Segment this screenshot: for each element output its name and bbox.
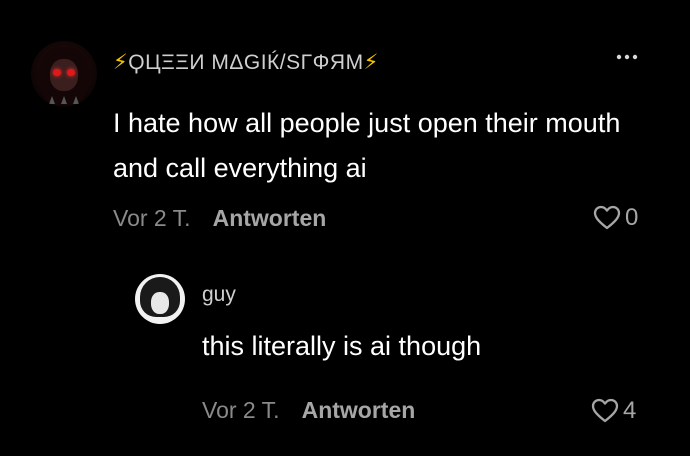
comment-timestamp: Vor 2 T. [113, 205, 191, 231]
comment-text: I hate how all people just open their mo… [113, 108, 621, 183]
reply-like-button[interactable]: 4 [591, 397, 636, 425]
avatar-face [151, 292, 169, 314]
like-count: 0 [625, 204, 639, 231]
reply-avatar[interactable] [135, 274, 185, 324]
lightning-icon: ⚡ [113, 51, 129, 74]
avatar[interactable] [31, 41, 97, 107]
lightning-icon: ⚡ [363, 51, 379, 74]
comment-thread: ⚡ϘЦΞΞИ МΔGIЌ/SΓΦЯМ⚡ I hate how all peopl… [0, 0, 690, 456]
avatar-eye [67, 69, 75, 76]
more-horizontal-icon [616, 54, 638, 60]
heart-icon [593, 205, 621, 230]
reply-button[interactable]: Antworten [302, 397, 416, 423]
more-options-button[interactable] [612, 46, 642, 72]
comment-meta: Vor 2 T. Antworten [113, 205, 326, 232]
reply-text: this literally is ai though [202, 331, 482, 361]
reply-timestamp: Vor 2 T. [202, 397, 280, 423]
reply-button[interactable]: Antworten [213, 205, 327, 231]
heart-icon [591, 398, 619, 423]
reply-meta: Vor 2 T. Antworten [202, 397, 415, 424]
username-text: ϘЦΞΞИ МΔGIЌ/SΓΦЯМ [128, 51, 364, 74]
like-count: 4 [623, 397, 637, 424]
reply-username[interactable]: guy [202, 283, 236, 307]
like-button[interactable]: 0 [593, 204, 638, 232]
comment-username[interactable]: ⚡ϘЦΞΞИ МΔGIЌ/SΓΦЯМ⚡ [113, 50, 379, 75]
avatar-eye [53, 69, 61, 76]
